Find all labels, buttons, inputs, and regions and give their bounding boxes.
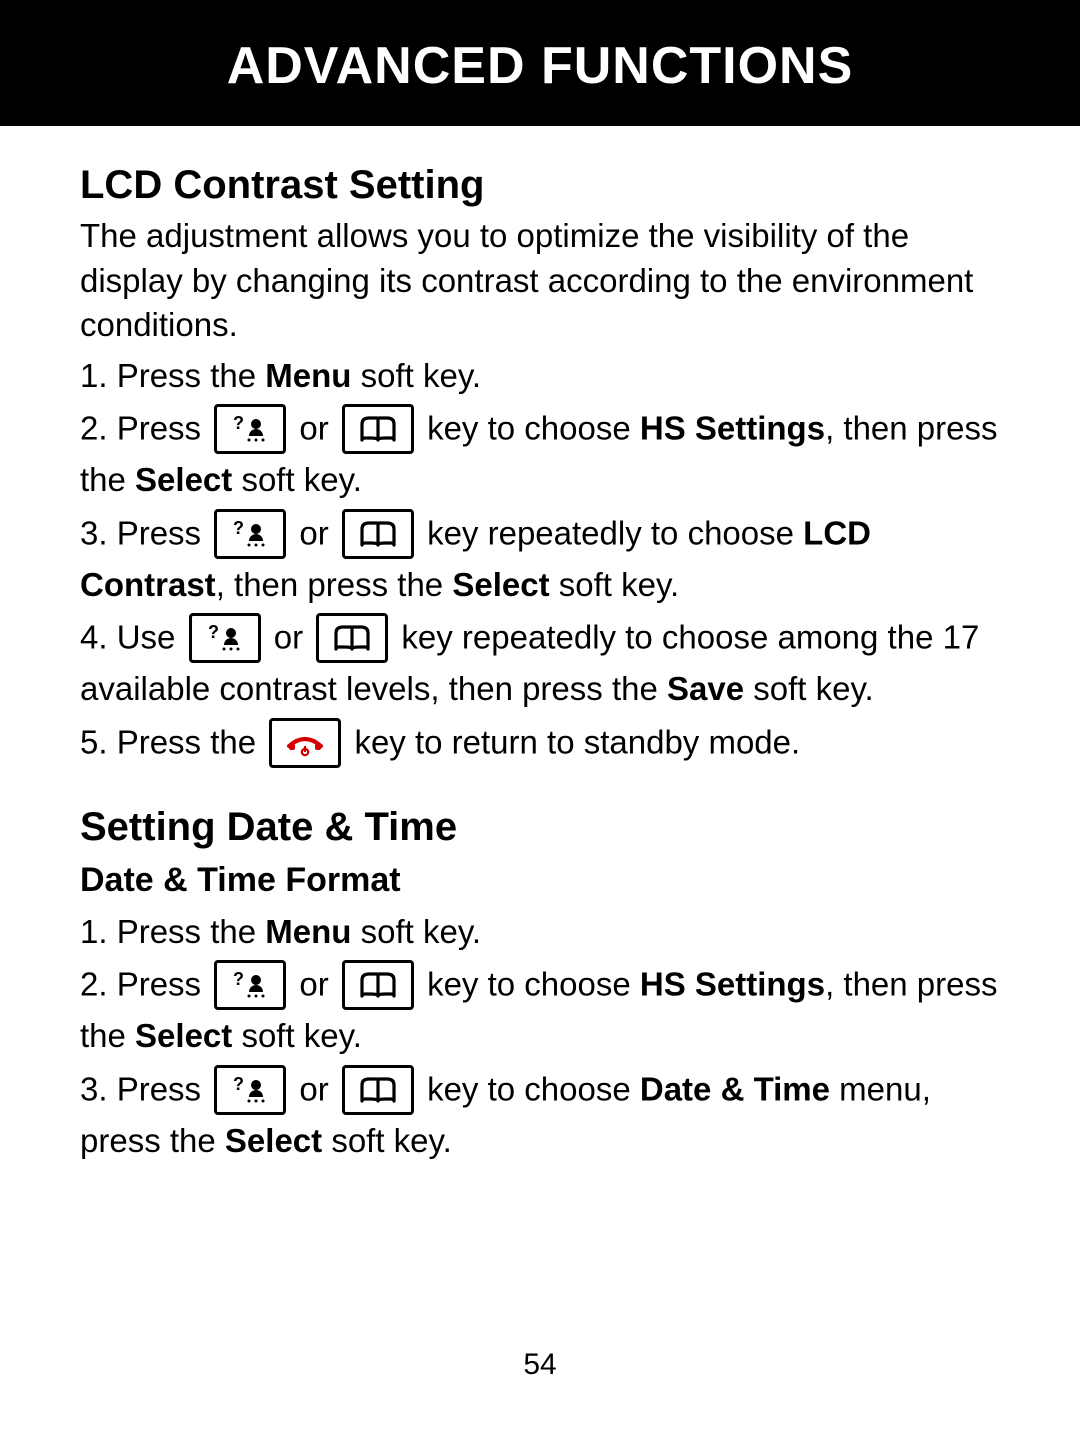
text: or: [299, 514, 338, 551]
step-2: 2. Press ? or key to choose HS Settings,…: [80, 404, 1000, 503]
section-intro: The adjustment allows you to optimize th…: [80, 214, 1000, 348]
s2-step-2: 2. Press ? or key to choose HS Settings,…: [80, 960, 1000, 1059]
step-5: 5. Press the key to return to standby mo…: [80, 718, 1000, 772]
key-label-menu: Menu: [265, 913, 351, 950]
text: key to choose: [427, 966, 640, 1003]
key-label-select: Select: [135, 1017, 232, 1054]
text: or: [274, 619, 313, 656]
phonebook-key-icon: [316, 613, 388, 663]
text: key to choose: [427, 1071, 640, 1108]
redial-key-icon: ?: [214, 509, 286, 559]
text: 1. Press the: [80, 357, 265, 394]
key-label-select: Select: [452, 566, 549, 603]
phonebook-key-icon: [342, 1065, 414, 1115]
subheading-date-time-format: Date & Time Format: [80, 858, 1000, 904]
text: 5. Press the: [80, 724, 265, 761]
redial-key-icon: ?: [214, 1065, 286, 1115]
redial-key-icon: ?: [214, 404, 286, 454]
text: key to return to standby mode.: [354, 724, 800, 761]
page-content: LCD Contrast Setting The adjustment allo…: [0, 126, 1080, 1163]
key-label-menu: Menu: [265, 357, 351, 394]
step-4: 4. Use ? or key repeatedly to choose amo…: [80, 613, 1000, 712]
menu-hs-settings: HS Settings: [640, 966, 825, 1003]
step-1: 1. Press the Menu soft key.: [80, 354, 1000, 399]
text: soft key.: [550, 566, 680, 603]
step-3: 3. Press ? or key repeatedly to choose L…: [80, 509, 1000, 608]
svg-text:?: ?: [208, 622, 219, 642]
text: 2. Press: [80, 966, 210, 1003]
phonebook-key-icon: [342, 960, 414, 1010]
section-heading-lcd-contrast: LCD Contrast Setting: [80, 158, 1000, 212]
redial-key-icon: ?: [214, 960, 286, 1010]
text: 4. Use: [80, 619, 185, 656]
page-number: 54: [0, 1348, 1080, 1382]
s2-step-3: 3. Press ? or key to choose Date & Time …: [80, 1065, 1000, 1164]
text: soft key.: [232, 1017, 362, 1054]
text: , then press the: [216, 566, 453, 603]
text: or: [299, 410, 338, 447]
phonebook-key-icon: [342, 509, 414, 559]
text: 3. Press: [80, 514, 210, 551]
text: soft key.: [232, 461, 362, 498]
end-call-key-icon: [269, 718, 341, 768]
text: key repeatedly to choose: [427, 514, 803, 551]
key-label-save: Save: [667, 670, 744, 707]
svg-text:?: ?: [233, 969, 244, 989]
menu-hs-settings: HS Settings: [640, 410, 825, 447]
key-label-select: Select: [135, 461, 232, 498]
chapter-title: ADVANCED FUNCTIONS: [0, 0, 1080, 126]
redial-key-icon: ?: [189, 613, 261, 663]
manual-page: ADVANCED FUNCTIONS LCD Contrast Setting …: [0, 0, 1080, 1438]
text: soft key.: [744, 670, 874, 707]
svg-text:?: ?: [233, 1074, 244, 1094]
text: 1. Press the: [80, 913, 265, 950]
key-label-select: Select: [225, 1122, 322, 1159]
s2-step-1: 1. Press the Menu soft key.: [80, 910, 1000, 955]
text: soft key.: [322, 1122, 452, 1159]
text: soft key.: [351, 357, 481, 394]
svg-text:?: ?: [233, 413, 244, 433]
text: 2. Press: [80, 410, 210, 447]
menu-date-time: Date & Time: [640, 1071, 830, 1108]
text: or: [299, 1071, 338, 1108]
svg-text:?: ?: [233, 518, 244, 538]
phonebook-key-icon: [342, 404, 414, 454]
text: 3. Press: [80, 1071, 210, 1108]
section-heading-date-time: Setting Date & Time: [80, 800, 1000, 854]
text: soft key.: [351, 913, 481, 950]
text: key to choose: [427, 410, 640, 447]
text: or: [299, 966, 338, 1003]
